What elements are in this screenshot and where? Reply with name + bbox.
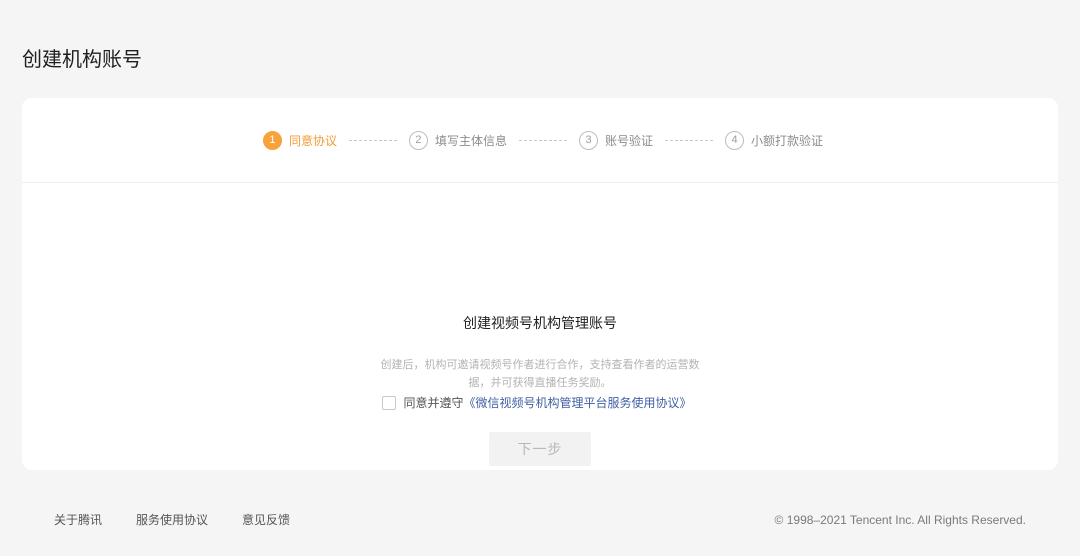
next-step-button[interactable]: 下一步: [489, 432, 591, 466]
content-description: 创建后，机构可邀请视频号作者进行合作，支持查看作者的运营数 据，并可获得直播任务…: [365, 356, 715, 392]
footer-link-terms[interactable]: 服务使用协议: [136, 510, 208, 530]
main-card: 1 同意协议 2 填写主体信息 3 账号验证 4 小额打款验证 创建视频号机构管…: [22, 98, 1058, 470]
step-4-label: 小额打款验证: [751, 133, 824, 148]
content-title: 创建视频号机构管理账号: [463, 316, 617, 332]
agreement-link[interactable]: 《微信视频号机构管理平台服务使用协议》: [464, 394, 692, 412]
agreement-row: 同意并遵守 《微信视频号机构管理平台服务使用协议》: [22, 394, 1058, 412]
footer: 关于腾讯 服务使用协议 意见反馈 © 1998–2021 Tencent Inc…: [0, 510, 1080, 530]
description-line-1: 创建后，机构可邀请视频号作者进行合作，支持查看作者的运营数: [380, 358, 700, 371]
step-2-number: 2: [408, 130, 428, 150]
footer-links: 关于腾讯 服务使用协议 意见反馈: [54, 510, 324, 530]
agree-label: 同意并遵守: [403, 396, 464, 410]
step-indicator: 1 同意协议 2 填写主体信息 3 账号验证 4 小额打款验证: [22, 98, 1058, 183]
step-4-number: 4: [725, 130, 745, 150]
footer-link-feedback[interactable]: 意见反馈: [242, 510, 290, 530]
step-3-label: 账号验证: [605, 133, 654, 148]
step-1-number: 1: [262, 130, 282, 150]
step-2-label: 填写主体信息: [434, 133, 507, 148]
step-separator: [665, 139, 714, 141]
footer-link-about[interactable]: 关于腾讯: [54, 510, 102, 530]
step-1-label: 同意协议: [288, 133, 337, 148]
description-line-2: 据，并可获得直播任务奖励。: [468, 376, 612, 389]
step-content: 创建视频号机构管理账号 创建后，机构可邀请视频号作者进行合作，支持查看作者的运营…: [22, 184, 1058, 470]
page-title: 创建机构账号: [22, 47, 142, 71]
step-4: 4 小额打款验证: [725, 130, 824, 150]
agree-checkbox[interactable]: [382, 396, 397, 410]
step-3-number: 3: [579, 130, 598, 150]
step-separator: [519, 139, 567, 141]
step-1: 1 同意协议: [262, 130, 337, 150]
step-3: 3 账号验证: [579, 130, 654, 150]
step-separator: [348, 139, 397, 141]
step-2: 2 填写主体信息: [408, 130, 507, 150]
copyright-text: © 1998–2021 Tencent Inc. All Rights Rese…: [774, 513, 1026, 527]
